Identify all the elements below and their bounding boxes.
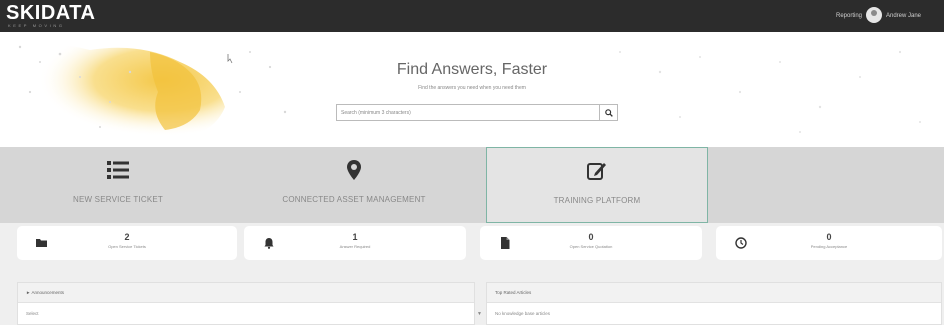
top-rated-empty-message: No knowledge base articles — [495, 311, 551, 316]
user-avatar[interactable] — [866, 7, 882, 23]
stat-open-service-quotation[interactable]: 0 Open Service Quotation — [480, 226, 702, 260]
stat-count: 0 — [588, 232, 594, 242]
hero-subtitle: Find the answers you need when you need … — [418, 85, 526, 91]
tile-label: NEW SERVICE TICKET — [73, 195, 163, 204]
tile-label: CONNECTED ASSET MANAGEMENT — [282, 195, 426, 204]
stat-count: 2 — [124, 232, 130, 242]
hero-title: Find Answers, Faster — [396, 61, 548, 78]
user-name[interactable]: Andrew Jane — [886, 11, 921, 21]
top-navigation-bar: SKIDATA KEEP MOVING Reporting Andrew Jan… — [0, 0, 944, 32]
stat-answer-required[interactable]: 1 Answer Required — [244, 226, 466, 260]
search-button[interactable] — [600, 104, 618, 121]
search-icon — [604, 108, 613, 117]
announcements-panel: ► Announcements Select ▼ — [17, 282, 482, 325]
panel-header: Top Rated Articles — [487, 283, 941, 303]
panel-title: ► Announcements — [26, 290, 64, 296]
stat-label: Open Service Quotation — [569, 244, 613, 249]
hero-search-banner: Find Answers, Faster Find the answers yo… — [0, 32, 944, 147]
map-marker-icon — [347, 160, 361, 180]
announcements-title: Announcements — [31, 290, 65, 295]
search-input[interactable] — [341, 108, 581, 118]
tile-training-platform[interactable]: TRAINING PLATFORM — [486, 147, 708, 223]
stat-count: 1 — [352, 232, 358, 242]
tile-label: TRAINING PLATFORM — [553, 196, 641, 205]
select-value: Select — [26, 311, 39, 316]
stat-pending-acceptance[interactable]: 0 Pending Acceptance — [716, 226, 942, 260]
chevron-down-icon: ▼ — [477, 311, 482, 317]
reporting-link[interactable]: Reporting — [836, 11, 862, 21]
stat-count: 0 — [826, 232, 832, 242]
tile-connected-asset-management[interactable]: CONNECTED ASSET MANAGEMENT — [236, 147, 472, 223]
logo-tagline: KEEP MOVING — [8, 23, 65, 28]
quick-actions-bar: NEW SERVICE TICKET CONNECTED ASSET MANAG… — [0, 147, 944, 223]
tile-new-service-ticket[interactable]: NEW SERVICE TICKET — [0, 147, 236, 223]
list-icon — [107, 161, 129, 179]
panel-header: ► Announcements — [18, 283, 474, 303]
stat-open-service-tickets[interactable]: 2 Open Service Tickets — [17, 226, 237, 260]
top-rated-articles-panel: Top Rated Articles No knowledge base art… — [486, 282, 942, 325]
skidata-logo[interactable]: SKIDATA — [6, 3, 95, 23]
top-rated-title: Top Rated Articles — [495, 290, 532, 295]
stat-label: Answer Required — [339, 244, 371, 249]
announcements-select[interactable]: Select ▼ — [24, 309, 486, 319]
edit-icon — [587, 163, 606, 180]
megaphone-icon: ► — [26, 290, 31, 295]
search-box — [336, 104, 600, 121]
stat-label: Open Service Tickets — [108, 244, 146, 249]
stat-label: Pending Acceptance — [810, 244, 848, 249]
